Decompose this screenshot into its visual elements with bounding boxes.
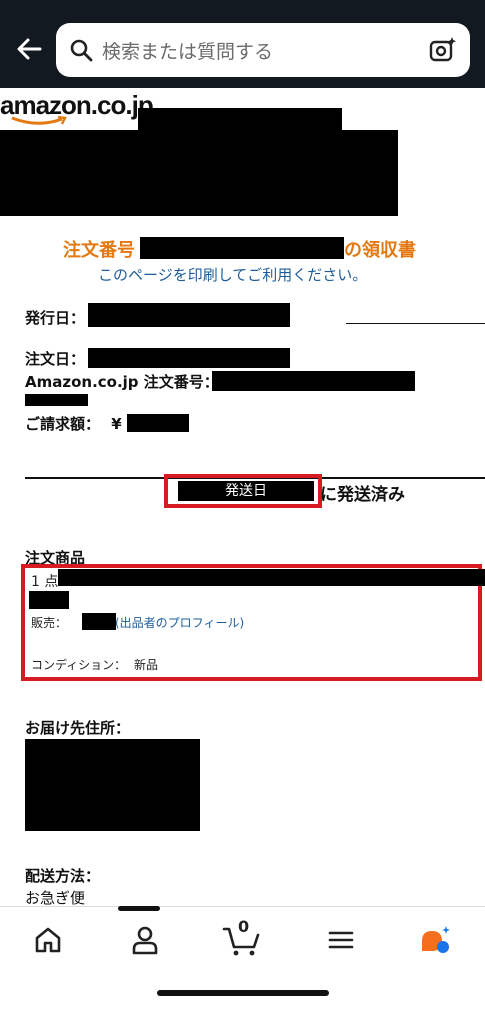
issue-date-label: 発行日： (25, 309, 86, 327)
ship-date: 発送日 (178, 481, 314, 501)
redacted-billing-amount (127, 414, 189, 432)
condition-label: コンディション： 新品 (31, 656, 158, 673)
top-bar: 検索または質問する (0, 0, 485, 88)
order-number-label: Amazon.co.jp 注文番号： (25, 373, 219, 391)
divider (346, 323, 485, 324)
condition-label-text: コンディション： (31, 658, 127, 672)
nav-active-indicator (118, 906, 160, 911)
shipping-method-value: お急ぎ便 (25, 889, 86, 907)
seller-label: 販売： (31, 616, 68, 630)
menu-icon[interactable] (324, 923, 358, 957)
search-icon (70, 39, 93, 62)
title-suffix: の領収書 (344, 240, 416, 261)
title-prefix: 注文番号 (63, 240, 135, 261)
order-date-label: 注文日： (25, 350, 86, 368)
item-quantity: 1 点 (31, 574, 59, 590)
amazon-logo: amazon.co.jp (0, 90, 154, 125)
search-bar[interactable]: 検索または質問する (56, 23, 470, 77)
redacted-order-number (140, 237, 344, 259)
address-label: お届け先住所： (25, 719, 131, 737)
home-indicator (157, 990, 329, 996)
redacted-issue-date (88, 303, 290, 327)
redacted-item-name (58, 569, 485, 586)
redacted-address (25, 739, 200, 831)
smile-icon (11, 116, 67, 125)
redacted-order-number (212, 371, 415, 391)
camera-lens-icon[interactable] (428, 35, 458, 65)
receipt-title-suffix: の領収書 (344, 236, 416, 262)
back-arrow-icon[interactable] (14, 34, 44, 64)
redacted-block (0, 130, 398, 216)
search-input[interactable]: 検索または質問する (102, 37, 273, 64)
cart-count: 0 (238, 917, 250, 936)
redacted-order-date (88, 348, 290, 368)
receipt-title: 注文番号 (63, 236, 135, 262)
billing-currency: ¥ (111, 415, 122, 433)
billing-label-text: ご請求額： (25, 415, 101, 433)
seller-profile-link[interactable]: (出品者のプロフィール) (115, 614, 244, 631)
rufus-assistant-icon[interactable] (418, 923, 452, 957)
shipping-method-label: 配送方法： (25, 867, 101, 885)
redacted-order-number-line2 (25, 394, 88, 406)
redacted-item-name-line2 (29, 591, 69, 609)
shipment-status: に発送済み (320, 485, 405, 505)
home-icon[interactable] (31, 923, 65, 957)
billing-label: ご請求額： ¥ (25, 413, 122, 434)
print-page-link[interactable]: このページを印刷してご利用ください。 (98, 264, 367, 285)
redacted-seller-name (82, 613, 116, 630)
condition-value: 新品 (134, 658, 159, 672)
account-icon[interactable] (128, 923, 162, 957)
